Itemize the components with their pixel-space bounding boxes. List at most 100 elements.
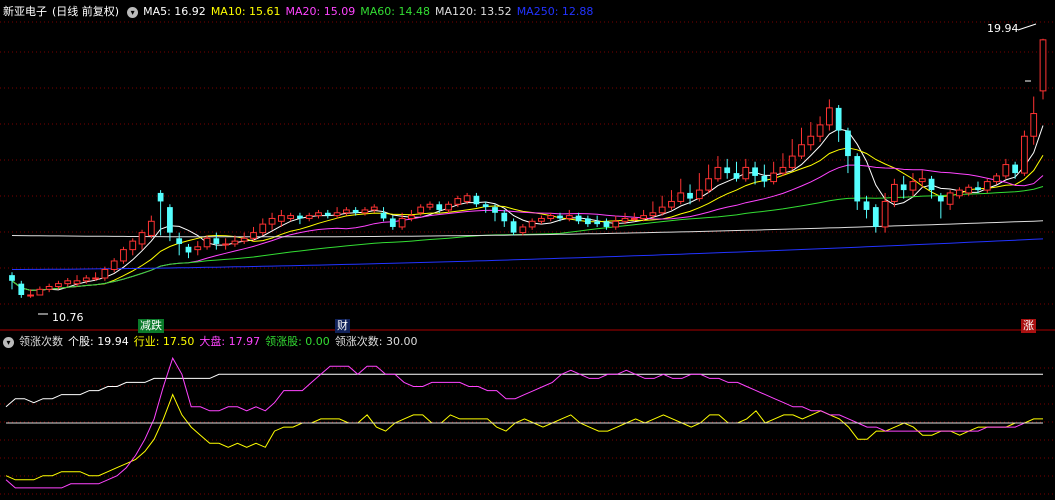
candle-body-up — [695, 189, 703, 200]
candle-body-up — [649, 212, 657, 217]
candle-body-down — [845, 130, 851, 157]
candle-body-up — [714, 166, 722, 180]
candle-body-down — [928, 178, 935, 191]
candle-body-up — [408, 215, 415, 219]
candle-body-up — [231, 240, 239, 245]
candle-body-up — [333, 212, 341, 217]
candle-body-down — [213, 238, 220, 244]
candle-body-up — [825, 107, 833, 126]
candle-body-up — [816, 124, 824, 137]
candle-body-up — [426, 203, 434, 208]
candle-body-up — [194, 246, 202, 251]
candle-body-up — [538, 217, 545, 222]
candle-body-down — [835, 107, 842, 131]
candle-body-down — [297, 215, 303, 219]
candle-body-down — [937, 195, 944, 202]
candle-body-down — [9, 275, 15, 281]
candle-body-up — [45, 285, 53, 290]
candle-body-up — [909, 181, 917, 191]
candle-body-down — [1012, 164, 1019, 174]
kline-chart[interactable] — [0, 0, 1055, 500]
candle-body-up — [807, 135, 815, 146]
candle-body-up — [138, 232, 146, 245]
candle-body-down — [18, 283, 25, 295]
candle-body-up — [677, 192, 685, 202]
candle-body-up — [528, 220, 536, 228]
candle-body-up — [1030, 113, 1038, 137]
candle-body-down — [157, 192, 164, 202]
candle-body-up — [1021, 135, 1028, 174]
candle-body-down — [584, 218, 591, 225]
candle-body-up — [705, 178, 713, 191]
candle-body-down — [575, 215, 582, 222]
indicator-legend-1: 个股: 19.94 — [68, 335, 129, 348]
candle-body-up — [445, 203, 452, 211]
candle-body-up — [101, 268, 109, 279]
candle-body-up — [463, 195, 471, 202]
ma20-line — [11, 164, 1044, 291]
candle-body-down — [389, 218, 396, 227]
candle-body-down — [473, 195, 480, 205]
candle-body-down — [863, 201, 870, 210]
indicator-个股-line — [5, 373, 1043, 408]
indicator-行业-line — [5, 393, 1043, 481]
candle-body-down — [501, 212, 508, 222]
candle-body-up — [27, 294, 34, 297]
candle-body-up — [770, 172, 778, 183]
candle-body-up — [454, 198, 462, 205]
candle-body-down — [557, 215, 563, 219]
candle-body-up — [956, 189, 963, 197]
candle-body-up — [305, 215, 313, 219]
candle-body-up — [918, 178, 926, 183]
candle-body-up — [983, 181, 991, 191]
candle-body-up — [779, 166, 787, 174]
candle-body-down — [482, 204, 489, 208]
candle-body-up — [370, 206, 378, 211]
candle-body-up — [36, 288, 44, 296]
high-price-label: 19.94 — [987, 22, 1019, 35]
candle-body-up — [621, 217, 629, 222]
candle-body-up — [640, 215, 647, 219]
candle-body-down — [733, 173, 740, 179]
candle-body-up — [565, 215, 573, 219]
candle-body-up — [92, 277, 99, 280]
candle-body-up — [965, 186, 973, 194]
candle-body-up — [259, 223, 267, 234]
candle-body-up — [881, 200, 889, 228]
candle-body-up — [129, 240, 137, 251]
candle-body-down — [761, 175, 768, 182]
candle-body-up — [891, 183, 898, 202]
candle-body-up — [993, 175, 1000, 183]
indicator-toggle-icon[interactable]: ▾ — [3, 336, 14, 348]
candle-body-up — [742, 166, 750, 180]
event-marker-2[interactable]: 财 — [335, 319, 350, 333]
indicator-legend-2: 行业: 17.50 — [133, 335, 195, 348]
candle-body-up — [110, 260, 118, 270]
candle-body-up — [287, 215, 295, 219]
indicator-legend: ▾ 领涨次数 个股: 19.94 行业: 17.50 大盘: 17.97 领涨股: 0.… — [0, 334, 428, 350]
candle-body-up — [417, 206, 425, 214]
candle-body-up — [1039, 39, 1047, 92]
candle-body-down — [324, 212, 331, 216]
candle-body-up — [398, 217, 406, 228]
event-marker-3[interactable]: 涨 — [1021, 319, 1036, 333]
candle-body-up — [658, 206, 666, 214]
candle-body-up — [1002, 164, 1010, 177]
candle-body-up — [315, 212, 322, 217]
candle-body-up — [64, 280, 72, 285]
candle-body-down — [603, 221, 610, 227]
indicator-legend-5: 领涨次数: 30.00 — [334, 335, 418, 348]
candle-body-down — [185, 246, 192, 253]
candle-body-up — [55, 283, 62, 287]
candle-body-up — [612, 220, 620, 228]
candle-body-down — [724, 167, 731, 174]
candle-body-up — [222, 243, 230, 246]
event-marker-1[interactable]: 减跌 — [138, 319, 164, 333]
candle-body-down — [854, 156, 861, 202]
indicator-legend-4: 领涨股: 0.00 — [265, 335, 330, 348]
candle-body-down — [975, 187, 981, 191]
candle-body-up — [668, 200, 675, 208]
candle-body-up — [630, 217, 638, 220]
candle-body-down — [176, 238, 183, 244]
candle-body-down — [594, 221, 601, 225]
